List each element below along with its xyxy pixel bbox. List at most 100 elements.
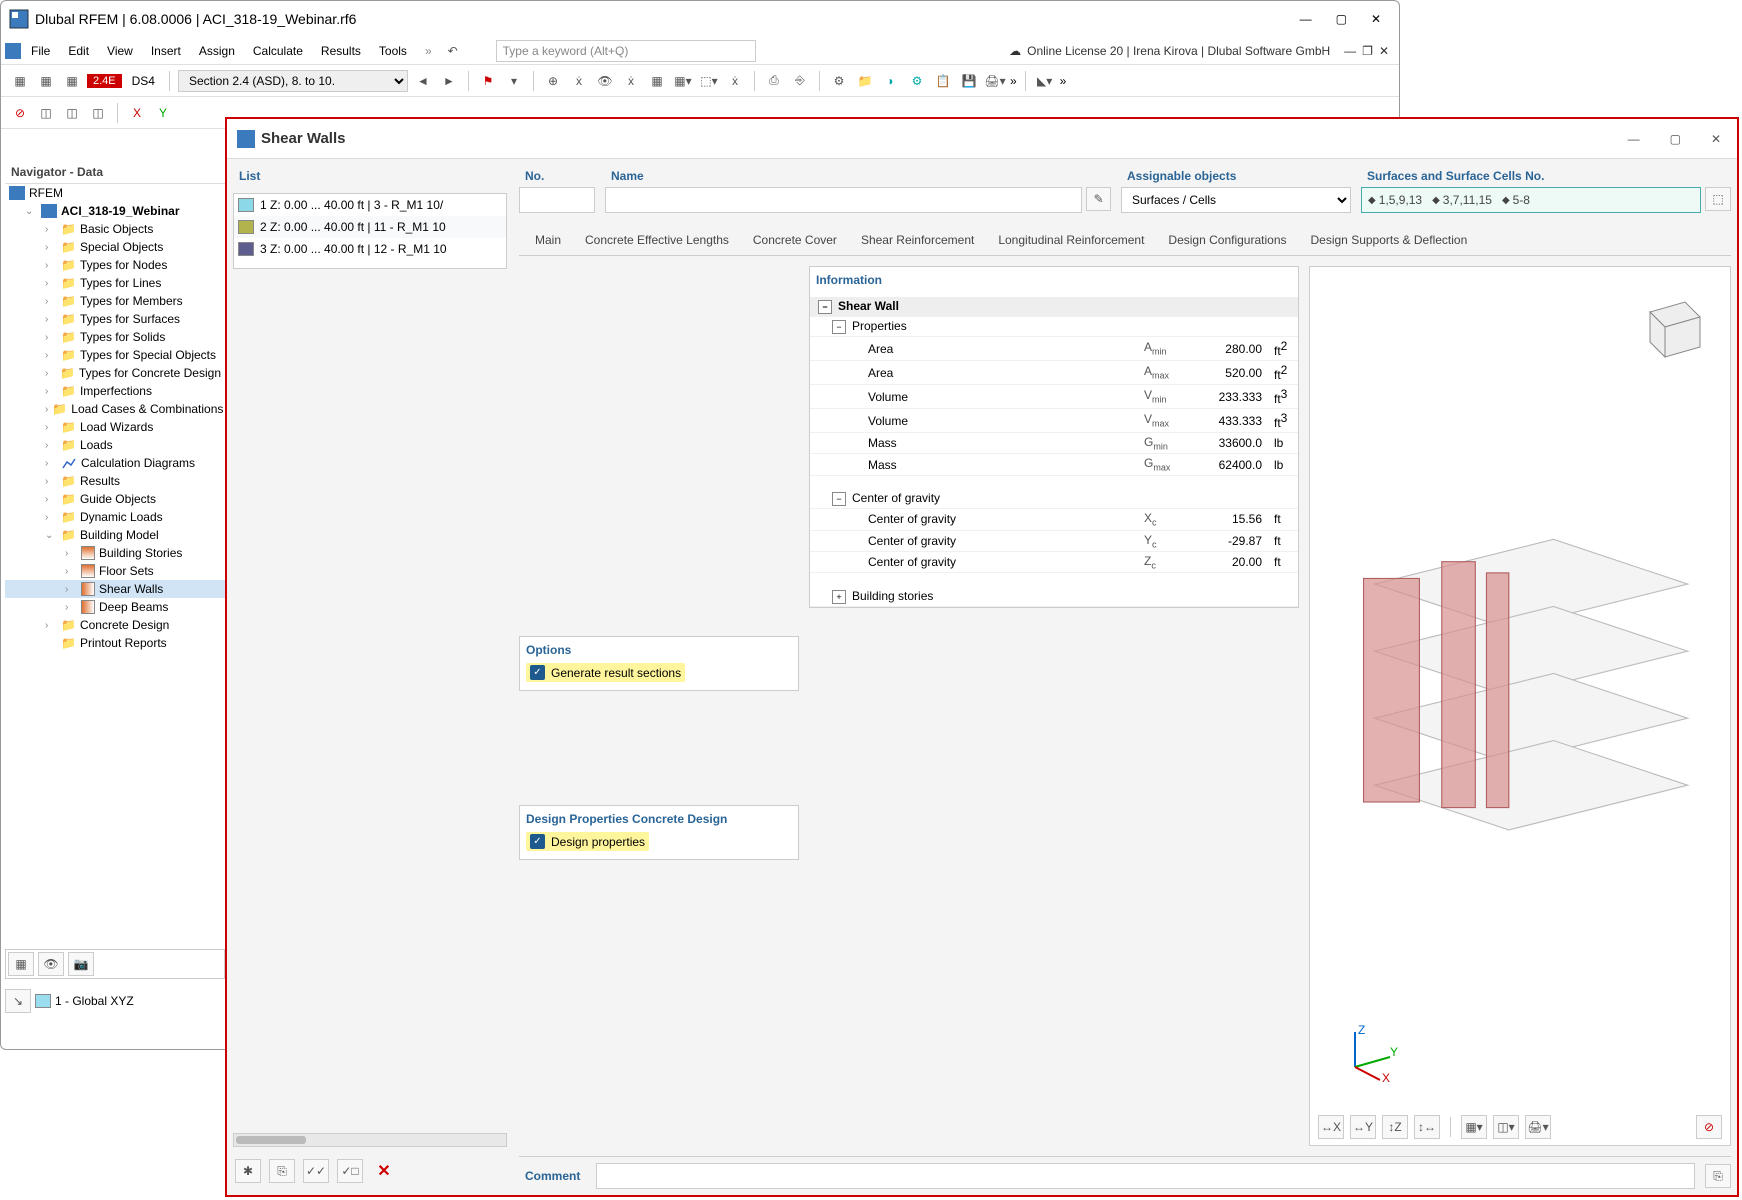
search-input[interactable]: Type a keyword (Alt+Q): [496, 40, 756, 62]
save-icon[interactable]: 💾: [958, 70, 980, 92]
view-iso-button[interactable]: ↕↔: [1414, 1115, 1440, 1139]
dialog-close-button[interactable]: ✕: [1711, 132, 1721, 146]
menu-assign[interactable]: Assign: [191, 42, 243, 60]
list-item[interactable]: 1 Z: 0.00 ... 40.00 ft | 3 - R_M1 10/: [234, 194, 506, 216]
assignable-select[interactable]: Surfaces / Cells: [1121, 187, 1351, 213]
nav-folder[interactable]: ›📁Loads: [5, 436, 225, 454]
section-select[interactable]: Section 2.4 (ASD), 8. to 10.: [178, 70, 408, 92]
menu-insert[interactable]: Insert: [143, 42, 189, 60]
chevron-down-icon[interactable]: ▾: [503, 70, 525, 92]
nav-folder[interactable]: ›📁Types for Lines: [5, 274, 225, 292]
pick-surfaces-button[interactable]: ⬚: [1705, 187, 1731, 211]
tool-icon[interactable]: ◗: [880, 70, 902, 92]
tool-icon[interactable]: ▦: [646, 70, 668, 92]
print-icon[interactable]: 🖨▾: [984, 70, 1006, 92]
folder-icon[interactable]: 📁: [854, 70, 876, 92]
nav-tab-icon[interactable]: ▦: [8, 952, 34, 976]
reset-view-button[interactable]: ⊘: [1696, 1115, 1722, 1139]
nav-folder[interactable]: ›📁Types for Special Objects: [5, 346, 225, 364]
menu-calculate[interactable]: Calculate: [245, 42, 311, 60]
comment-input[interactable]: [596, 1163, 1695, 1189]
nav-floor-sets[interactable]: › Floor Sets: [5, 562, 225, 580]
menu-edit[interactable]: Edit: [60, 42, 97, 60]
nav-concrete-design[interactable]: ›📁 Concrete Design: [5, 616, 225, 634]
design-props-checkbox[interactable]: ✓: [530, 834, 545, 849]
cube-icon[interactable]: ◫: [35, 102, 57, 124]
tool-icon[interactable]: ẋ: [724, 70, 746, 92]
list-item[interactable]: 2 Z: 0.00 ... 40.00 ft | 11 - R_M1 10: [234, 216, 506, 238]
gear-icon[interactable]: ⚙: [906, 70, 928, 92]
menu-view[interactable]: View: [99, 42, 141, 60]
close-button[interactable]: ✕: [1371, 12, 1381, 26]
nav-folder[interactable]: ›📁Dynamic Loads: [5, 508, 225, 526]
axis-y-icon[interactable]: Y: [152, 102, 174, 124]
no-field[interactable]: [519, 187, 595, 213]
surfaces-input[interactable]: ◆1,5,9,13 ◆3,7,11,15 ◆5-8: [1361, 187, 1701, 213]
tool-icon[interactable]: ⎆: [789, 70, 811, 92]
comment-library-button[interactable]: ⎘: [1705, 1164, 1731, 1188]
name-input[interactable]: [605, 187, 1082, 213]
tab-main[interactable]: Main: [531, 229, 565, 251]
dialog-minimize-button[interactable]: —: [1628, 132, 1640, 146]
tool-icon[interactable]: 📋: [932, 70, 954, 92]
flag-icon[interactable]: ⚑: [477, 70, 499, 92]
nav-project[interactable]: ⌄ ACI_318-19_Webinar: [5, 202, 225, 220]
nav-folder[interactable]: ›📁Basic Objects: [5, 220, 225, 238]
cube-icon[interactable]: ◫: [87, 102, 109, 124]
nav-deep-beams[interactable]: › Deep Beams: [5, 598, 225, 616]
toolbar-more[interactable]: »: [1060, 74, 1067, 88]
nav-folder[interactable]: ›📁Imperfections: [5, 382, 225, 400]
nav-rfem-root[interactable]: RFEM: [5, 184, 225, 202]
dialog-maximize-button[interactable]: ▢: [1670, 132, 1681, 146]
tool-icon[interactable]: ◣▾: [1034, 70, 1056, 92]
nav-folder[interactable]: ›📁Load Cases & Combinations: [5, 400, 225, 418]
maximize-button[interactable]: ▢: [1336, 12, 1347, 26]
delete-button[interactable]: ✕: [371, 1159, 397, 1183]
cube-icon[interactable]: ◫: [61, 102, 83, 124]
print-view-button[interactable]: 🖨▾: [1525, 1115, 1551, 1139]
camera-icon[interactable]: 📷: [68, 952, 94, 976]
edit-name-button[interactable]: ✎: [1086, 187, 1111, 211]
history-icon[interactable]: ↶: [442, 40, 464, 62]
nav-folder[interactable]: ›Calculation Diagrams: [5, 454, 225, 472]
tool-icon[interactable]: ⚙: [828, 70, 850, 92]
tool-icon[interactable]: 👁: [594, 70, 616, 92]
tool-icon[interactable]: ▦: [61, 70, 83, 92]
doc-close-button[interactable]: ✕: [1379, 44, 1389, 58]
nav-folder[interactable]: ›📁Special Objects: [5, 238, 225, 256]
tool-icon[interactable]: ▦: [35, 70, 57, 92]
tool-icon[interactable]: ⊕: [542, 70, 564, 92]
nav-folder[interactable]: ›📁Types for Concrete Design: [5, 364, 225, 382]
check-button-2[interactable]: ✓□: [337, 1159, 363, 1183]
view-y-button[interactable]: ↔Y: [1350, 1115, 1376, 1139]
view-cube[interactable]: [1630, 287, 1710, 367]
nav-folder[interactable]: ›📁Types for Surfaces: [5, 310, 225, 328]
tool-icon[interactable]: ⊘: [9, 102, 31, 124]
load-badge[interactable]: 2.4E: [87, 74, 122, 88]
nav-folder[interactable]: ›📁Load Wizards: [5, 418, 225, 436]
new-item-button[interactable]: ✱: [235, 1159, 261, 1183]
prev-icon[interactable]: ◄: [412, 70, 434, 92]
nav-folder[interactable]: ›📁Types for Solids: [5, 328, 225, 346]
tab-design-supports[interactable]: Design Supports & Deflection: [1307, 229, 1472, 251]
menu-tools[interactable]: Tools: [371, 42, 415, 60]
list-scrollbar[interactable]: [233, 1133, 507, 1147]
minimize-button[interactable]: —: [1300, 12, 1312, 26]
tab-shear-reinforcement[interactable]: Shear Reinforcement: [857, 229, 978, 251]
nav-building-model[interactable]: ⌄📁 Building Model: [5, 526, 225, 544]
tool-icon[interactable]: ⎙: [763, 70, 785, 92]
nav-printout-reports[interactable]: ›📁 Printout Reports: [5, 634, 225, 652]
menu-file[interactable]: File: [23, 42, 58, 60]
tab-concrete-eff-lengths[interactable]: Concrete Effective Lengths: [581, 229, 733, 251]
toolbar-more[interactable]: »: [1010, 74, 1017, 88]
nav-folder[interactable]: ›📁Types for Members: [5, 292, 225, 310]
nav-shear-walls[interactable]: ➡ › Shear Walls: [5, 580, 225, 598]
next-icon[interactable]: ►: [438, 70, 460, 92]
copy-item-button[interactable]: ⎘: [269, 1159, 295, 1183]
global-cs-label[interactable]: 1 - Global XYZ: [55, 994, 134, 1008]
nav-folder[interactable]: ›📁Guide Objects: [5, 490, 225, 508]
doc-minimize-button[interactable]: —: [1344, 44, 1356, 58]
nav-folder[interactable]: ›📁Types for Nodes: [5, 256, 225, 274]
tab-longitudinal-reinforcement[interactable]: Longitudinal Reinforcement: [994, 229, 1148, 251]
view-z-button[interactable]: ↕Z: [1382, 1115, 1408, 1139]
